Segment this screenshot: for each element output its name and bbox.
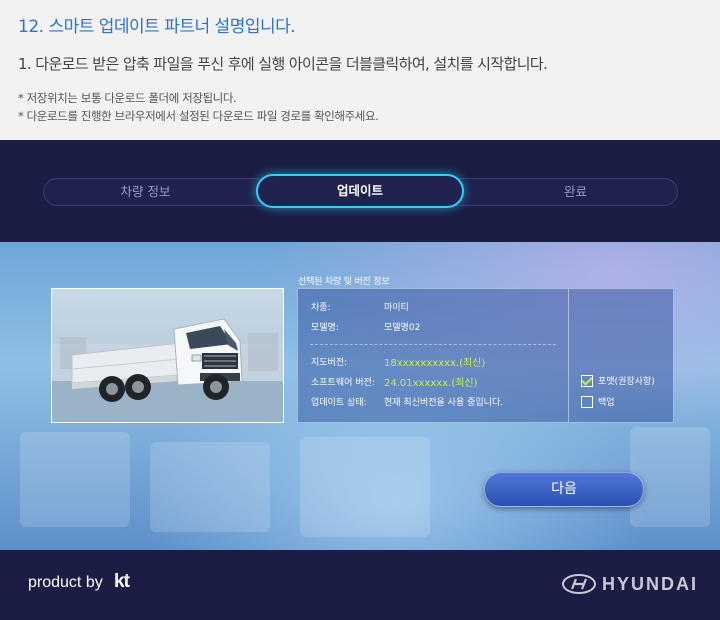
tab-update[interactable]: 업데이트 [256,174,464,208]
sw-version-label: 소프트웨어 버전: [311,378,375,388]
info-separator [310,344,556,345]
update-status-label: 업데이트 상태: [311,398,367,408]
bg-truck-silhouette [150,442,270,532]
bg-truck-silhouette [20,432,130,527]
guide-title: 12. 스마트 업데이트 파트너 설명입니다. [18,17,296,37]
backup-checkbox[interactable] [581,395,593,408]
product-by-text: product by [28,574,103,591]
bg-truck-silhouette [630,427,710,527]
backup-label: 백업 [598,398,615,408]
progress-tabs: 차량 정보 업데이트 완료 [43,174,678,208]
tab-vehicle-info[interactable]: 차량 정보 [44,179,247,205]
hyundai-wordmark: HYUNDAI [602,574,699,594]
format-checkbox[interactable] [581,374,593,387]
sw-version-value: 24.01xxxxxx.(최신) [384,378,478,389]
kt-logo: kt [114,571,130,593]
tab-complete[interactable]: 완료 [474,179,677,205]
kt-logo-text: kt [114,571,130,592]
model-value: 모델명02 [384,323,421,333]
footer: product by kt HYUNDAI [0,550,720,620]
backup-option[interactable]: 백업 [581,395,615,408]
vehicle-type-label: 차종: [311,303,331,313]
truck-illustration [52,318,283,422]
update-stage: 선택된 차량 및 버전 정보 차종: 마이티 모델명: 모델명02 지도버전: … [0,242,720,550]
hyundai-logo-icon [562,574,596,594]
panel-divider [568,289,569,422]
truck-photo [51,288,284,423]
app-window: 차량 정보 업데이트 완료 선택된 차량 및 버전 정보 차종: 마이티 모델명… [0,140,720,620]
map-version-label: 지도버전: [311,358,348,368]
info-caption: 선택된 차량 및 버전 정보 [298,277,390,287]
map-version-value: 18xxxxxxxxxx.(최신) [384,358,486,369]
guide-section: 12. 스마트 업데이트 파트너 설명입니다. 1. 다운로드 받은 압축 파일… [0,0,720,140]
bg-truck-silhouette [300,437,430,537]
next-button[interactable]: 다음 [484,472,644,507]
guide-step-text: 1. 다운로드 받은 압축 파일을 푸신 후에 실행 아이콘을 더블클릭하여, … [18,55,548,73]
vehicle-type-value: 마이티 [384,303,409,313]
format-option[interactable]: 포맷(권장사항) [581,374,655,387]
vehicle-info-panel: 차종: 마이티 모델명: 모델명02 지도버전: 18xxxxxxxxxx.(최… [297,288,674,423]
guide-note-2: * 다운로드를 진행한 브라우저에서 설정된 다운로드 파일 경로를 확인해주세… [18,109,379,123]
update-status-value: 현재 최신버전을 사용 중입니다. [384,398,504,408]
model-label: 모델명: [311,323,339,333]
guide-note-1: * 저장위치는 보통 다운로드 폴더에 저장됩니다. [18,91,237,105]
format-label: 포맷(권장사항) [598,377,655,387]
